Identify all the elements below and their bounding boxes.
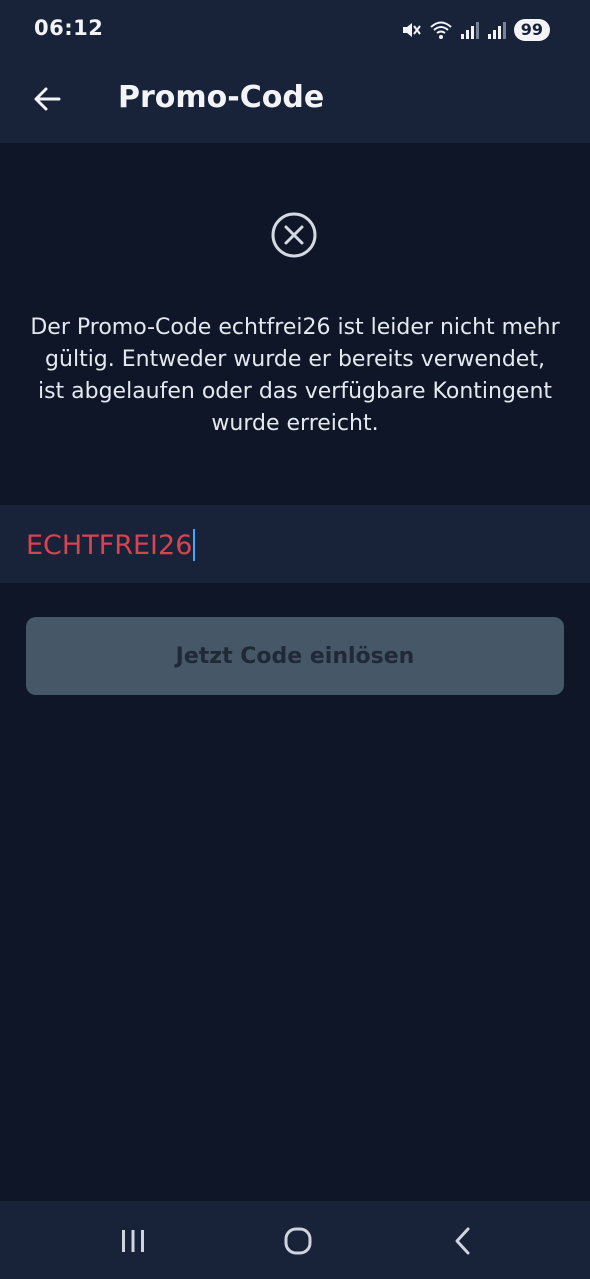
app-bar: Promo-Code: [0, 60, 590, 143]
back-button[interactable]: [26, 78, 68, 120]
mute-icon: [402, 23, 421, 37]
wifi-icon: [430, 21, 452, 39]
arrow-left-icon: [34, 87, 61, 111]
signal-icon: [460, 22, 479, 39]
status-time: 06:12: [34, 16, 104, 40]
status-bar: 06:12 99: [0, 0, 590, 60]
home-icon: [284, 1227, 312, 1255]
redeem-code-button[interactable]: Jetzt Code einlösen: [26, 617, 564, 695]
close-circle-icon: [271, 212, 317, 258]
nav-recents-button[interactable]: [111, 1219, 155, 1263]
status-icons: 99: [400, 16, 550, 44]
battery-badge: 99: [513, 19, 550, 41]
error-message: Der Promo-Code echtfrei26 ist leider nic…: [30, 315, 560, 436]
nav-back-button[interactable]: [441, 1219, 485, 1263]
nav-home-button[interactable]: [276, 1219, 320, 1263]
redeem-code-button-label: Jetzt Code einlösen: [175, 643, 415, 669]
system-nav-bar: [0, 1201, 590, 1279]
promo-code-value: ECHTFREI26: [26, 530, 193, 561]
error-indicator: [270, 211, 318, 259]
back-icon: [455, 1227, 470, 1255]
recents-icon: [122, 1230, 144, 1252]
signal-icon-2: [487, 22, 506, 39]
promo-code-input[interactable]: ECHTFREI26: [0, 505, 590, 583]
page-title: Promo-Code: [118, 80, 325, 115]
text-caret: [193, 528, 196, 561]
